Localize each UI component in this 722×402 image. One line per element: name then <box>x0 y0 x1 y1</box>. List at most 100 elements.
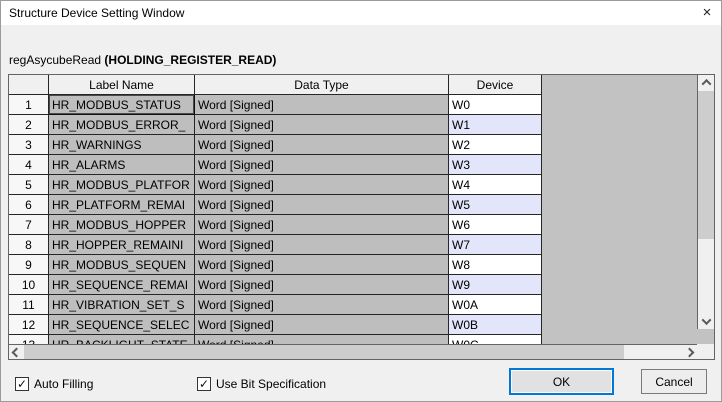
row-number-cell[interactable]: 7 <box>9 215 49 235</box>
label-name-cell[interactable]: HR_BACKLIGHT_STATE <box>49 335 195 344</box>
row-number-cell[interactable]: 5 <box>9 175 49 195</box>
table-row: 8HR_HOPPER_REMAINIWord [Signed]W7 <box>9 235 697 255</box>
header-row-number <box>9 75 49 95</box>
row-number-cell[interactable]: 6 <box>9 195 49 215</box>
label-name-cell[interactable]: HR_PLATFORM_REMAI <box>49 195 195 215</box>
label-name-cell[interactable]: HR_SEQUENCE_SELEC <box>49 315 195 335</box>
horizontal-scroll-thumb[interactable] <box>24 345 624 359</box>
label-name-cell[interactable]: HR_MODBUS_SEQUEN <box>49 255 195 275</box>
auto-filling-option: ✓ Auto Filling <box>15 377 93 391</box>
row-number-cell[interactable]: 1 <box>9 95 49 115</box>
table-row: 1HR_MODBUS_STATUSWord [Signed]W0 <box>9 95 697 115</box>
scroll-left-icon[interactable] <box>9 345 24 359</box>
row-number-cell[interactable]: 12 <box>9 315 49 335</box>
data-type-cell[interactable]: Word [Signed] <box>195 115 449 135</box>
row-number-cell[interactable]: 13 <box>9 335 49 344</box>
structure-name: regAsycubeRead <box>9 53 101 67</box>
label-name-cell[interactable]: HR_MODBUS_ERROR_ <box>49 115 195 135</box>
device-cell[interactable]: W8 <box>449 255 542 275</box>
device-cell[interactable]: W2 <box>449 135 542 155</box>
close-icon[interactable]: × <box>696 2 718 22</box>
table-row: 12HR_SEQUENCE_SELECWord [Signed]W0B <box>9 315 697 335</box>
device-cell[interactable]: W0A <box>449 295 542 315</box>
label-name-cell[interactable]: HR_SEQUENCE_REMAI <box>49 275 195 295</box>
label-name-cell[interactable]: HR_ALARMS <box>49 155 195 175</box>
label-name-cell[interactable]: HR_WARNINGS <box>49 135 195 155</box>
header-label-name: Label Name <box>49 75 195 95</box>
row-filler <box>542 195 697 215</box>
title-bar: Structure Device Setting Window × <box>1 1 721 25</box>
device-cell[interactable]: W4 <box>449 175 542 195</box>
vertical-scrollbar[interactable] <box>697 75 714 329</box>
device-cell[interactable]: W6 <box>449 215 542 235</box>
data-type-cell[interactable]: Word [Signed] <box>195 335 449 344</box>
window-title: Structure Device Setting Window <box>1 6 184 20</box>
row-filler <box>542 155 697 175</box>
label-name-cell[interactable]: HR_MODBUS_PLATFOR <box>49 175 195 195</box>
row-filler <box>542 275 697 295</box>
table-row: 13HR_BACKLIGHT_STATEWord [Signed]W0C <box>9 335 697 344</box>
data-type-cell[interactable]: Word [Signed] <box>195 215 449 235</box>
row-number-cell[interactable]: 9 <box>9 255 49 275</box>
table-row: 4HR_ALARMSWord [Signed]W3 <box>9 155 697 175</box>
vertical-scroll-thumb[interactable] <box>698 91 714 239</box>
row-filler <box>542 95 697 115</box>
table-row: 5HR_MODBUS_PLATFORWord [Signed]W4 <box>9 175 697 195</box>
data-type-cell[interactable]: Word [Signed] <box>195 235 449 255</box>
use-bit-specification-checkbox[interactable]: ✓ <box>197 377 211 391</box>
auto-filling-checkbox[interactable]: ✓ <box>15 377 29 391</box>
structure-device-setting-dialog: Structure Device Setting Window × regAsy… <box>0 0 722 402</box>
device-cell[interactable]: W5 <box>449 195 542 215</box>
row-number-cell[interactable]: 11 <box>9 295 49 315</box>
cancel-button[interactable]: Cancel <box>641 369 707 394</box>
data-type-cell[interactable]: Word [Signed] <box>195 95 449 115</box>
row-filler <box>542 215 697 235</box>
row-filler <box>542 115 697 135</box>
label-name-cell[interactable]: HR_MODBUS_STATUS <box>49 95 195 115</box>
device-cell[interactable]: W7 <box>449 235 542 255</box>
scroll-right-icon[interactable] <box>682 345 697 359</box>
ok-button[interactable]: OK <box>509 368 614 395</box>
row-number-cell[interactable]: 8 <box>9 235 49 255</box>
label-name-cell[interactable]: HR_VIBRATION_SET_S <box>49 295 195 315</box>
device-cell[interactable]: W1 <box>449 115 542 135</box>
data-type-cell[interactable]: Word [Signed] <box>195 135 449 155</box>
data-type-cell[interactable]: Word [Signed] <box>195 195 449 215</box>
scroll-down-icon[interactable] <box>698 314 714 329</box>
row-number-cell[interactable]: 2 <box>9 115 49 135</box>
structure-subtitle: regAsycubeRead (HOLDING_REGISTER_READ) <box>9 53 276 67</box>
table-row: 6HR_PLATFORM_REMAIWord [Signed]W5 <box>9 195 697 215</box>
row-number-cell[interactable]: 4 <box>9 155 49 175</box>
row-number-cell[interactable]: 3 <box>9 135 49 155</box>
row-filler <box>542 175 697 195</box>
device-cell[interactable]: W0 <box>449 95 542 115</box>
table-row: 7HR_MODBUS_HOPPERWord [Signed]W6 <box>9 215 697 235</box>
device-cell[interactable]: W0C <box>449 335 542 344</box>
table-header-row: Label Name Data Type Device <box>9 75 697 95</box>
row-number-cell[interactable]: 10 <box>9 275 49 295</box>
row-filler <box>542 335 697 344</box>
horizontal-scrollbar[interactable] <box>9 344 697 359</box>
data-type-cell[interactable]: Word [Signed] <box>195 295 449 315</box>
data-type-cell[interactable]: Word [Signed] <box>195 155 449 175</box>
auto-filling-label: Auto Filling <box>34 377 93 391</box>
device-cell[interactable]: W0B <box>449 315 542 335</box>
row-filler <box>542 315 697 335</box>
data-type-cell[interactable]: Word [Signed] <box>195 275 449 295</box>
header-filler <box>542 75 697 95</box>
data-type-cell[interactable]: Word [Signed] <box>195 315 449 335</box>
table-row: 10HR_SEQUENCE_REMAIWord [Signed]W9 <box>9 275 697 295</box>
device-cell[interactable]: W9 <box>449 275 542 295</box>
use-bit-specification-option: ✓ Use Bit Specification <box>197 377 326 391</box>
data-type-cell[interactable]: Word [Signed] <box>195 175 449 195</box>
data-type-cell[interactable]: Word [Signed] <box>195 255 449 275</box>
scroll-up-icon[interactable] <box>698 75 714 90</box>
table-row: 9HR_MODBUS_SEQUENWord [Signed]W8 <box>9 255 697 275</box>
table-row: 11HR_VIBRATION_SET_SWord [Signed]W0A <box>9 295 697 315</box>
label-name-cell[interactable]: HR_HOPPER_REMAINI <box>49 235 195 255</box>
scrollbar-corner <box>697 344 714 359</box>
row-filler <box>542 135 697 155</box>
device-cell[interactable]: W3 <box>449 155 542 175</box>
label-name-cell[interactable]: HR_MODBUS_HOPPER <box>49 215 195 235</box>
table-row: 2HR_MODBUS_ERROR_Word [Signed]W1 <box>9 115 697 135</box>
